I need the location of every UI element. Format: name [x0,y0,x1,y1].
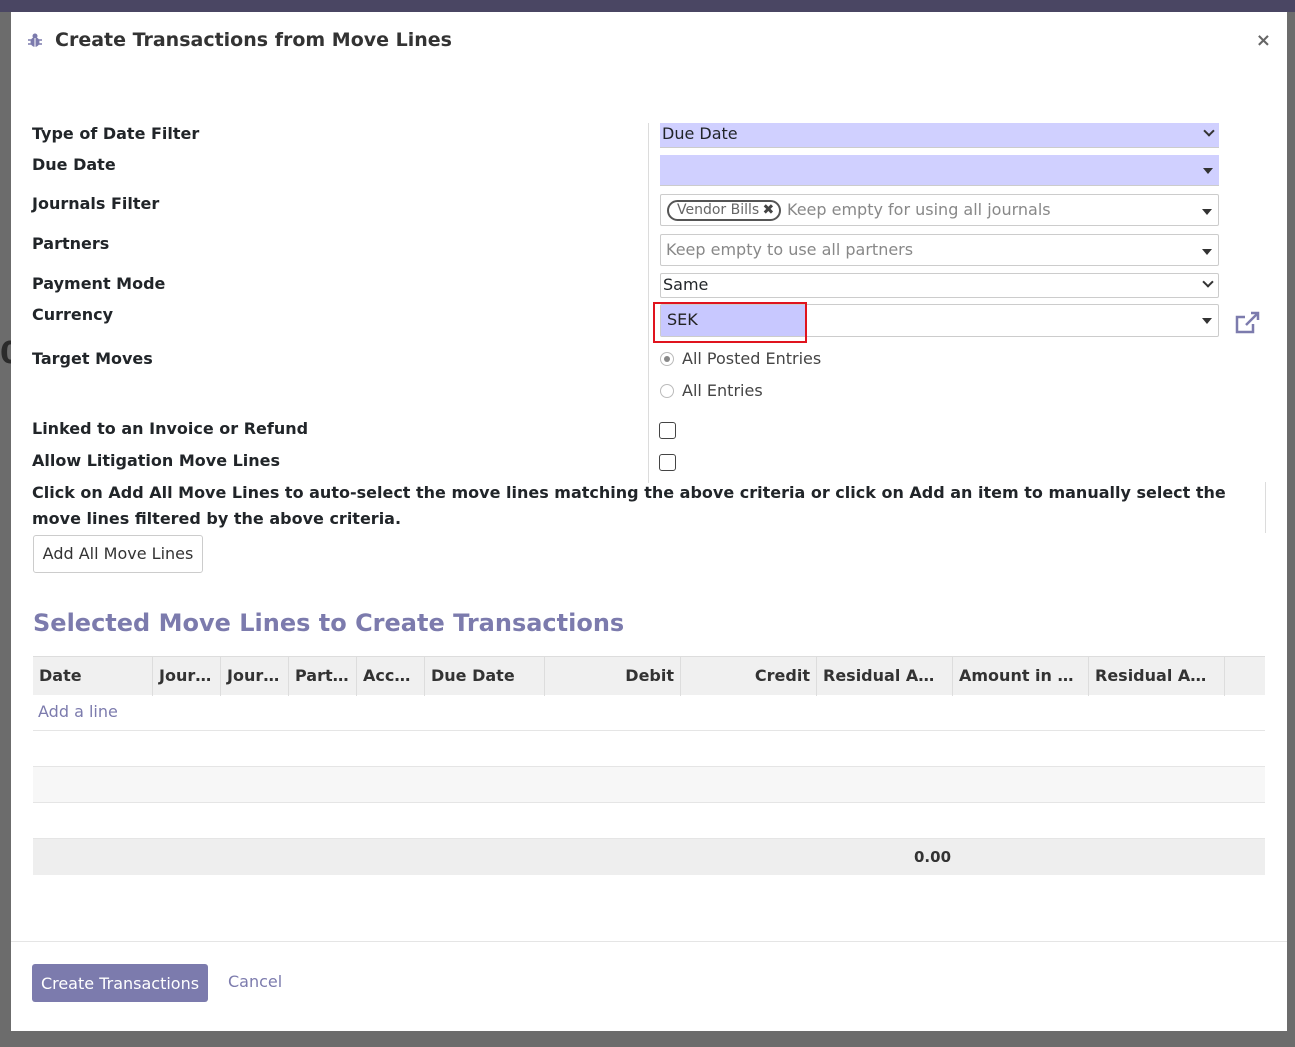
column-header-residual-amount-currency[interactable]: Residual Am… [1089,657,1225,696]
section-title: Selected Move Lines to Create Transactio… [33,609,625,637]
payment-mode-value: Same [663,275,709,294]
tag-vendor-bills: Vendor Bills ✖ [667,200,782,221]
cancel-button[interactable]: Cancel [228,972,282,991]
modal-dialog: Create Transactions from Move Lines × Ty… [11,12,1287,1031]
radio-button-selected[interactable] [660,352,674,366]
label-currency: Currency [32,305,114,324]
column-header-journal-entry[interactable]: Jour… [221,657,289,696]
table-footer: 0.00 [33,839,1265,875]
bug-icon [28,33,42,47]
table-row [33,767,1265,803]
column-divider [648,123,649,483]
add-all-move-lines-button[interactable]: Add All Move Lines [33,535,203,573]
column-header-account[interactable]: Acc… [357,657,425,696]
column-header-debit[interactable]: Debit [545,657,681,696]
table-header: Date Jour… Jour… Part… Acc… Due Date Deb… [33,656,1265,696]
column-header-amount-in-currency[interactable]: Amount in C… [953,657,1089,696]
move-lines-table: Date Jour… Jour… Part… Acc… Due Date Deb… [33,656,1265,875]
radio-button[interactable] [660,384,674,398]
chevron-down-icon [1202,276,1214,288]
journals-filter-placeholder: Keep empty for using all journals [787,200,1051,219]
background-navbar [0,0,1295,12]
label-journals-filter: Journals Filter [32,194,160,213]
label-linked-invoice: Linked to an Invoice or Refund [32,419,309,438]
table-row: Add a line [33,695,1265,731]
column-header-date[interactable]: Date [33,657,153,696]
caret-down-icon [1202,209,1212,215]
tag-remove-icon[interactable]: ✖ [762,202,774,219]
caret-down-icon [1202,318,1212,324]
modal-footer: Create Transactions Cancel [11,941,1287,1031]
radio-label: All Posted Entries [682,349,822,368]
table-row [33,803,1265,839]
table-row [33,731,1265,767]
radio-label: All Entries [682,381,763,400]
add-a-line-link[interactable]: Add a line [38,702,118,721]
label-partners: Partners [32,234,110,253]
due-date-select[interactable] [660,155,1219,186]
modal-header: Create Transactions from Move Lines × [11,12,1287,70]
label-target-moves: Target Moves [32,349,153,368]
annotation-highlight-box [653,302,807,343]
partners-input[interactable]: Keep empty to use all partners [660,234,1219,266]
create-transactions-button[interactable]: Create Transactions [32,964,208,1002]
caret-down-icon [1203,168,1213,174]
help-text: Click on Add All Move Lines to auto-sele… [32,483,1226,528]
total-debit: 0.00 [914,848,952,866]
column-header-credit[interactable]: Credit [681,657,817,696]
journals-filter-input[interactable]: Vendor Bills ✖ Keep empty for using all … [660,194,1219,226]
label-payment-mode: Payment Mode [32,274,166,293]
caret-down-icon [1202,249,1212,255]
modal-title: Create Transactions from Move Lines [55,29,452,51]
column-header-residual-amount[interactable]: Residual Am… [817,657,953,696]
partners-placeholder: Keep empty to use all partners [666,240,914,259]
payment-mode-select[interactable]: Same [660,273,1219,298]
type-of-date-filter-select[interactable]: Due Date [660,123,1219,148]
column-header-partner[interactable]: Part… [289,657,357,696]
linked-invoice-checkbox[interactable] [659,422,676,439]
column-header-due-date[interactable]: Due Date [425,657,545,696]
type-of-date-filter-value: Due Date [662,124,738,143]
column-divider [1265,482,1266,533]
external-link-icon[interactable] [1233,310,1261,336]
column-header-journal[interactable]: Jour… [153,657,221,696]
chevron-down-icon [1203,125,1215,137]
label-due-date: Due Date [32,155,116,174]
close-button[interactable]: × [1256,30,1271,51]
label-allow-litigation: Allow Litigation Move Lines [32,451,281,470]
tag-label: Vendor Bills [677,202,760,218]
allow-litigation-checkbox[interactable] [659,454,676,471]
label-type-of-date-filter: Type of Date Filter [32,124,200,143]
